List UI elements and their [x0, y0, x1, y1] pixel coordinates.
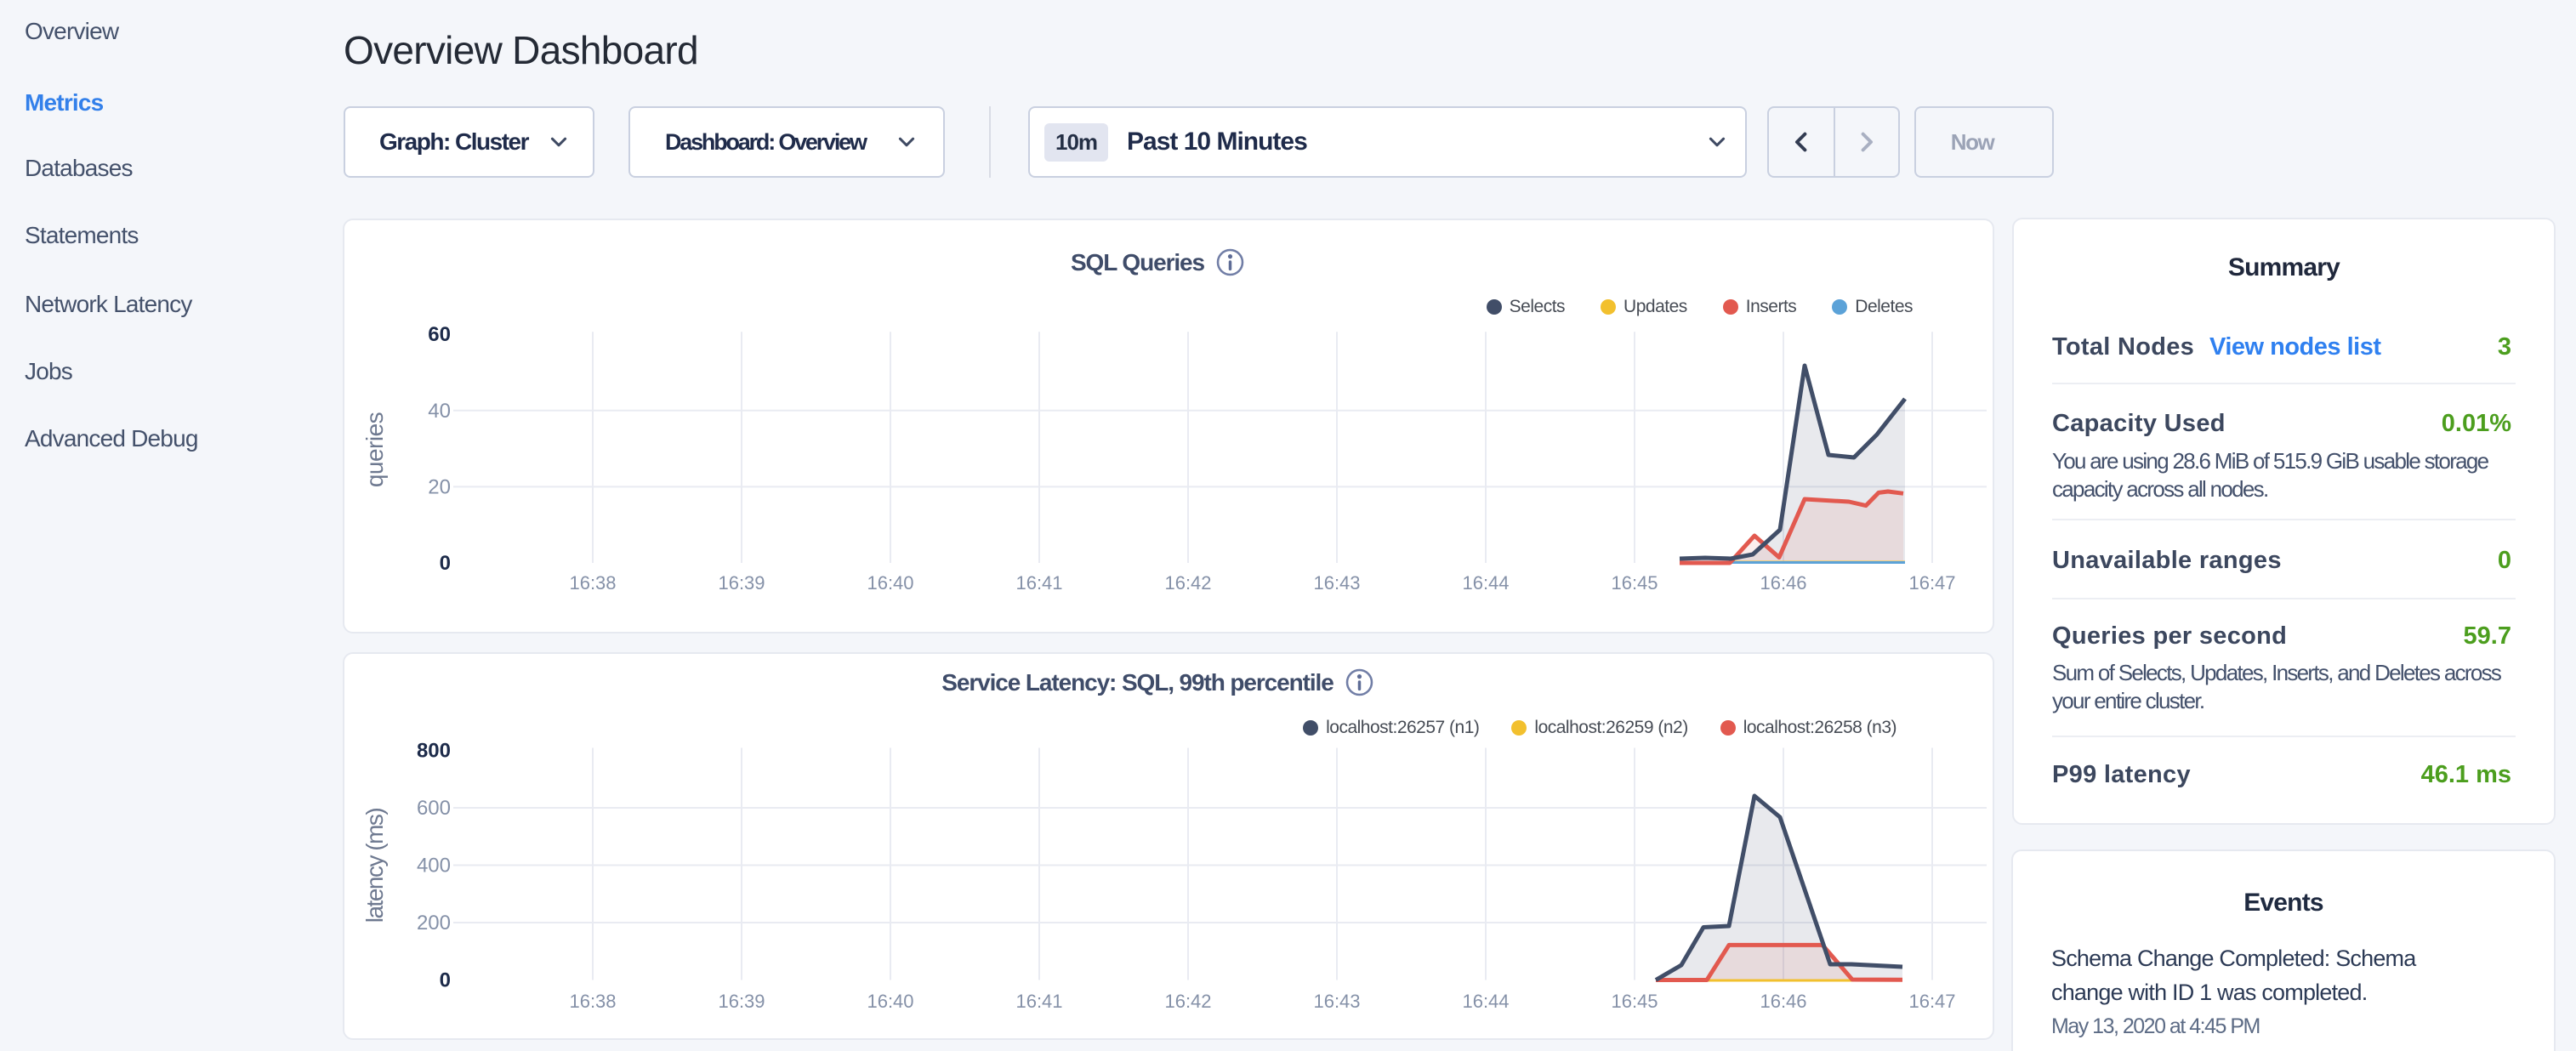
svg-text:16:41: 16:41: [1015, 572, 1062, 594]
svg-text:16:39: 16:39: [718, 572, 765, 594]
svg-text:16:43: 16:43: [1313, 572, 1360, 594]
svg-text:800: 800: [417, 740, 451, 763]
svg-text:latency (ms): latency (ms): [361, 809, 388, 923]
svg-text:16:46: 16:46: [1760, 991, 1806, 1012]
svg-text:0: 0: [440, 552, 451, 575]
svg-text:16:40: 16:40: [867, 991, 913, 1012]
svg-text:20: 20: [428, 475, 451, 498]
svg-text:0: 0: [440, 969, 451, 992]
svg-text:16:44: 16:44: [1462, 991, 1509, 1012]
svg-text:16:47: 16:47: [1908, 572, 1955, 594]
svg-text:queries: queries: [361, 412, 388, 487]
svg-text:16:42: 16:42: [1164, 572, 1211, 594]
svg-text:16:39: 16:39: [718, 991, 765, 1012]
svg-text:16:45: 16:45: [1611, 572, 1658, 594]
svg-text:40: 40: [428, 400, 451, 423]
svg-text:16:38: 16:38: [569, 572, 616, 594]
svg-text:16:46: 16:46: [1760, 572, 1806, 594]
svg-text:400: 400: [417, 855, 451, 878]
svg-text:600: 600: [417, 797, 451, 820]
svg-text:200: 200: [417, 912, 451, 935]
svg-text:60: 60: [428, 323, 451, 346]
svg-text:16:43: 16:43: [1313, 991, 1360, 1012]
svg-text:16:47: 16:47: [1908, 991, 1955, 1012]
svg-text:16:38: 16:38: [569, 991, 616, 1012]
svg-text:16:40: 16:40: [867, 572, 913, 594]
svg-text:16:42: 16:42: [1164, 991, 1211, 1012]
svg-text:16:44: 16:44: [1462, 572, 1509, 594]
svg-text:16:45: 16:45: [1611, 991, 1658, 1012]
svg-text:16:41: 16:41: [1015, 991, 1062, 1012]
